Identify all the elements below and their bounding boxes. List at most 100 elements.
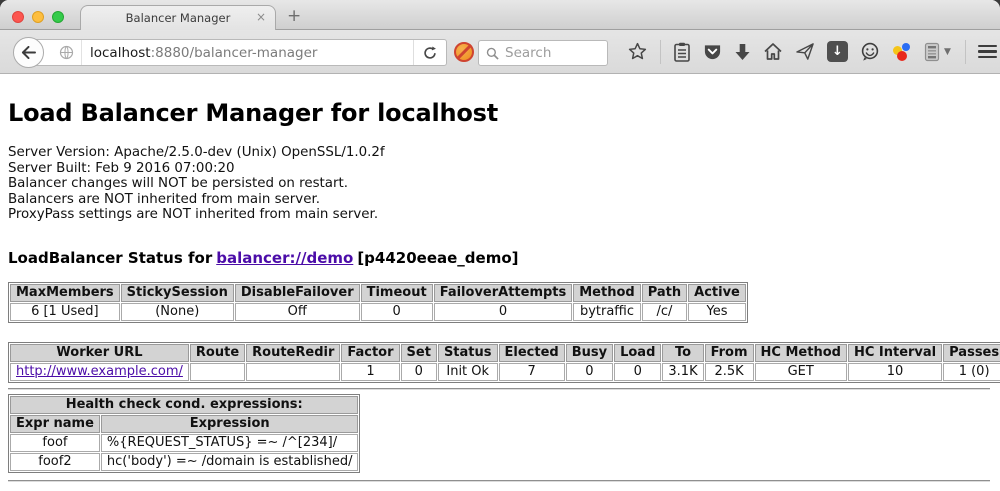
health-data-row: foof %{REQUEST_STATUS} =~ /^[234]/ — [10, 434, 358, 452]
reload-button[interactable] — [413, 40, 446, 65]
health-expr-name-cell: foof2 — [10, 453, 100, 471]
balancer-header-cell: FailoverAttempts — [434, 284, 573, 302]
status-heading-prefix: LoadBalancer Status for — [8, 249, 212, 267]
balancer-data-row: 6 [1 Used] (None) Off 0 0 bytraffic /c/ … — [10, 303, 746, 321]
balancer-cell: /c/ — [642, 303, 687, 321]
balancer-cell: Yes — [688, 303, 746, 321]
reload-icon — [423, 46, 437, 60]
balancer-header-cell: MaxMembers — [10, 284, 120, 302]
colored-dots-extension-icon[interactable] — [892, 42, 912, 62]
health-expr-name-cell: foof — [10, 434, 100, 452]
url-input[interactable]: localhost:8880/balancer-manager — [29, 39, 447, 66]
proxypass-notice-line: ProxyPass settings are NOT inherited fro… — [8, 207, 1000, 223]
worker-header-cell: To — [662, 344, 703, 362]
zoom-window-button[interactable] — [52, 11, 64, 23]
menu-hamburger-icon[interactable] — [978, 45, 997, 59]
download-arrow-icon[interactable] — [734, 43, 751, 61]
inherit-notice-line: Balancers are NOT inherited from main se… — [8, 192, 1000, 208]
balancer-demo-link[interactable]: balancer://demo — [216, 249, 353, 267]
dropdown-caret-icon[interactable]: ▼ — [944, 47, 951, 57]
plugin-blocked-icon[interactable] — [454, 42, 474, 62]
search-bar[interactable] — [478, 40, 608, 66]
worker-header-cell: RouteRedir — [246, 344, 340, 362]
worker-cell: 0 — [614, 363, 661, 381]
worker-cell: 0 — [401, 363, 437, 381]
balancer-header-cell: Active — [688, 284, 746, 302]
url-domain: localhost — [90, 45, 151, 61]
worker-header-cell: Elected — [499, 344, 565, 362]
health-title-row: Health check cond. expressions: — [10, 396, 358, 414]
health-expression-cell: hc('body') =~ /domain is established/ — [101, 453, 359, 471]
balancer-header-cell: Timeout — [361, 284, 433, 302]
worker-header-cell: Set — [401, 344, 437, 362]
page-content: Load Balancer Manager for localhost Serv… — [0, 98, 1000, 482]
worker-cell: 1 — [341, 363, 399, 381]
worker-cell — [190, 363, 245, 381]
close-window-button[interactable] — [12, 11, 24, 23]
search-input[interactable] — [505, 45, 600, 61]
url-path: :8880/balancer-manager — [151, 45, 318, 61]
worker-cell: 1 (0) — [943, 363, 1000, 381]
browser-window: Balancer Manager × + localhost:8880/bala… — [0, 0, 1000, 491]
toolbar-separator — [965, 40, 966, 64]
health-header-cell: Expr name — [10, 415, 100, 433]
tab-balancer-manager[interactable]: Balancer Manager × — [80, 5, 276, 30]
worker-cell: 10 — [848, 363, 942, 381]
loadbalancer-status-heading: LoadBalancer Status forbalancer://demo[p… — [8, 250, 1000, 267]
home-icon[interactable] — [763, 42, 783, 61]
server-info: Server Version: Apache/2.5.0-dev (Unix) … — [8, 145, 1000, 223]
bookmark-star-icon[interactable] — [627, 41, 648, 62]
traffic-lights — [12, 11, 64, 23]
worker-url-link[interactable]: http://www.example.com/ — [16, 364, 183, 379]
worker-header-cell: Route — [190, 344, 245, 362]
server-version-line: Server Version: Apache/2.5.0-dev (Unix) … — [8, 145, 1000, 161]
server-built-line: Server Built: Feb 9 2016 07:00:20 — [8, 161, 1000, 177]
tab-close-icon[interactable]: × — [256, 11, 266, 24]
balancer-cell: (None) — [121, 303, 234, 321]
balancer-cell: bytraffic — [573, 303, 640, 321]
worker-data-row: http://www.example.com/ 1 0 Init Ok 7 0 … — [10, 363, 1000, 381]
worker-header-cell: From — [705, 344, 754, 362]
balancer-header-cell: StickySession — [121, 284, 234, 302]
page-title: Load Balancer Manager for localhost — [8, 98, 1000, 128]
pocket-icon[interactable] — [703, 42, 722, 61]
balancer-cell: 6 [1 Used] — [10, 303, 120, 321]
balancer-header-cell: Method — [573, 284, 640, 302]
health-header-row: Expr name Expression — [10, 415, 358, 433]
worker-cell: 3.1K — [662, 363, 703, 381]
worker-header-row: Worker URL Route RouteRedir Factor Set S… — [10, 344, 1000, 362]
worker-cell: GET — [755, 363, 847, 381]
worker-cell: 7 — [499, 363, 565, 381]
new-tab-button[interactable]: + — [287, 6, 301, 26]
worker-header-cell: Status — [438, 344, 498, 362]
worker-header-cell: Passes — [943, 344, 1000, 362]
clipboard-panel-icon[interactable]: ▼ — [924, 42, 951, 62]
navigation-toolbar: localhost:8880/balancer-manager — [0, 30, 1000, 74]
health-data-row: foof2 hc('body') =~ /domain is establish… — [10, 453, 358, 471]
balancer-cell: 0 — [434, 303, 573, 321]
worker-cell: Init Ok — [438, 363, 498, 381]
divider — [8, 480, 990, 482]
url-text: localhost:8880/balancer-manager — [90, 45, 413, 61]
persist-notice-line: Balancer changes will NOT be persisted o… — [8, 176, 1000, 192]
health-check-table: Health check cond. expressions: Expr nam… — [8, 394, 360, 473]
toolbar-separator — [660, 40, 661, 64]
minimize-window-button[interactable] — [32, 11, 44, 23]
status-heading-suffix: [p4420eeae_demo] — [357, 249, 518, 267]
send-tab-icon[interactable] — [795, 42, 815, 61]
bookmarks-clipboard-icon[interactable] — [673, 42, 691, 62]
globe-icon — [59, 45, 74, 60]
back-button[interactable] — [13, 37, 44, 68]
tab-strip: Balancer Manager × + — [0, 0, 1000, 30]
health-header-cell: Expression — [101, 415, 359, 433]
site-identity-button[interactable] — [52, 40, 82, 65]
worker-header-cell: Busy — [566, 344, 613, 362]
health-table-title: Health check cond. expressions: — [10, 396, 358, 414]
balancer-table: MaxMembers StickySession DisableFailover… — [8, 282, 748, 323]
feedback-smiley-icon[interactable] — [860, 42, 880, 62]
worker-header-cell: Worker URL — [10, 344, 189, 362]
reader-download-icon[interactable]: ↓ — [827, 41, 848, 62]
back-arrow-icon — [21, 46, 36, 59]
worker-cell: 0 — [566, 363, 613, 381]
tab-title: Balancer Manager — [126, 11, 231, 25]
